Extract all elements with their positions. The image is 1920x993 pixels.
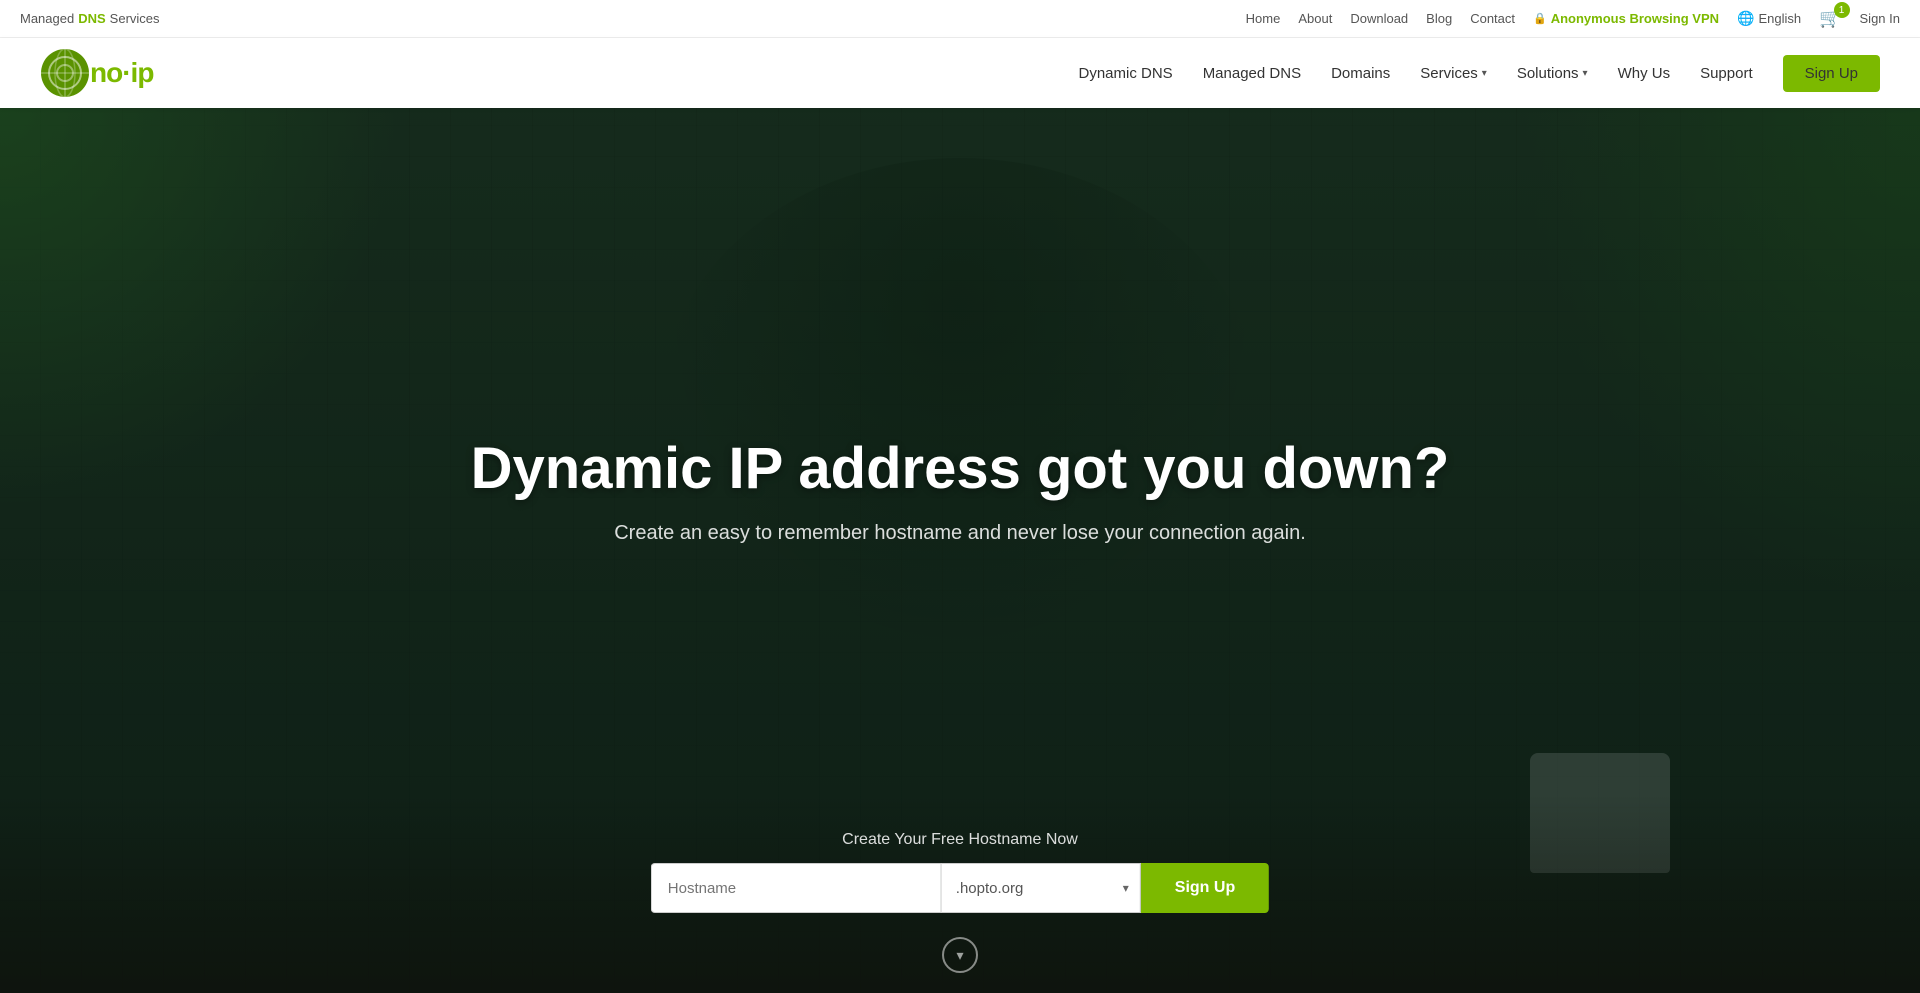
scroll-indicator[interactable]: ▾ — [942, 937, 978, 973]
form-signup-button[interactable]: Sign Up — [1141, 863, 1269, 913]
hostname-input[interactable] — [651, 863, 941, 913]
hero-title: Dynamic IP address got you down? — [471, 436, 1450, 503]
nav-about[interactable]: About — [1298, 11, 1332, 26]
nav-links: Dynamic DNS Managed DNS Domains Services… — [1079, 55, 1881, 92]
globe-icon: 🌐 — [1737, 10, 1754, 27]
signin-button[interactable]: Sign In — [1860, 11, 1900, 26]
nav-home[interactable]: Home — [1246, 11, 1281, 26]
top-bar: Managed DNS Services Home About Download… — [0, 0, 1920, 38]
nav-signup-button[interactable]: Sign Up — [1783, 55, 1880, 92]
cart-badge: 1 — [1834, 2, 1850, 18]
nav-dynamic-dns[interactable]: Dynamic DNS — [1079, 65, 1173, 82]
dns-link[interactable]: DNS — [78, 11, 105, 26]
language-selector[interactable]: 🌐 English — [1737, 10, 1801, 27]
chevron-down-icon: ▾ — [1482, 68, 1487, 79]
hero-subtitle: Create an easy to remember hostname and … — [471, 522, 1450, 545]
services-text: Services — [110, 11, 160, 26]
logo-icon — [40, 48, 90, 98]
nav-solutions[interactable]: Solutions — [1517, 65, 1579, 82]
nav-support[interactable]: Support — [1700, 65, 1753, 82]
main-nav: no·ip Dynamic DNS Managed DNS Domains Se… — [0, 38, 1920, 108]
hostname-form-wrapper: Create Your Free Hostname Now .hopto.org… — [651, 831, 1269, 913]
nav-blog[interactable]: Blog — [1426, 11, 1452, 26]
nav-services[interactable]: Services — [1420, 65, 1478, 82]
top-bar-right: Home About Download Blog Contact 🔒 Anony… — [1246, 8, 1900, 29]
top-bar-left: Managed DNS Services — [20, 11, 160, 26]
nav-contact[interactable]: Contact — [1470, 11, 1515, 26]
lock-icon: 🔒 — [1533, 12, 1547, 25]
domain-select[interactable]: .hopto.org .ddns.net .zapto.org .no-ip.o… — [941, 863, 1141, 913]
chevron-down-icon: ▾ — [956, 947, 963, 964]
nav-solutions-dropdown[interactable]: Solutions ▾ — [1517, 65, 1588, 82]
nav-domains[interactable]: Domains — [1331, 65, 1390, 82]
nav-managed-dns[interactable]: Managed DNS — [1203, 65, 1301, 82]
hero-section: Dynamic IP address got you down? Create … — [0, 108, 1920, 993]
nav-download[interactable]: Download — [1350, 11, 1408, 26]
nav-services-dropdown[interactable]: Services ▾ — [1420, 65, 1487, 82]
vpn-link[interactable]: 🔒 Anonymous Browsing VPN — [1533, 11, 1719, 26]
managed-text: Managed — [20, 11, 74, 26]
logo[interactable]: no·ip — [40, 48, 153, 98]
chevron-down-icon: ▾ — [1583, 68, 1588, 79]
nav-why-us[interactable]: Why Us — [1618, 65, 1671, 82]
form-label: Create Your Free Hostname Now — [651, 831, 1269, 849]
cart-icon[interactable]: 🛒 1 — [1819, 8, 1841, 29]
hero-content: Dynamic IP address got you down? Create … — [471, 436, 1450, 586]
domain-select-wrapper: .hopto.org .ddns.net .zapto.org .no-ip.o… — [941, 863, 1141, 913]
hostname-form: .hopto.org .ddns.net .zapto.org .no-ip.o… — [651, 863, 1269, 913]
logo-text: no·ip — [90, 57, 153, 89]
